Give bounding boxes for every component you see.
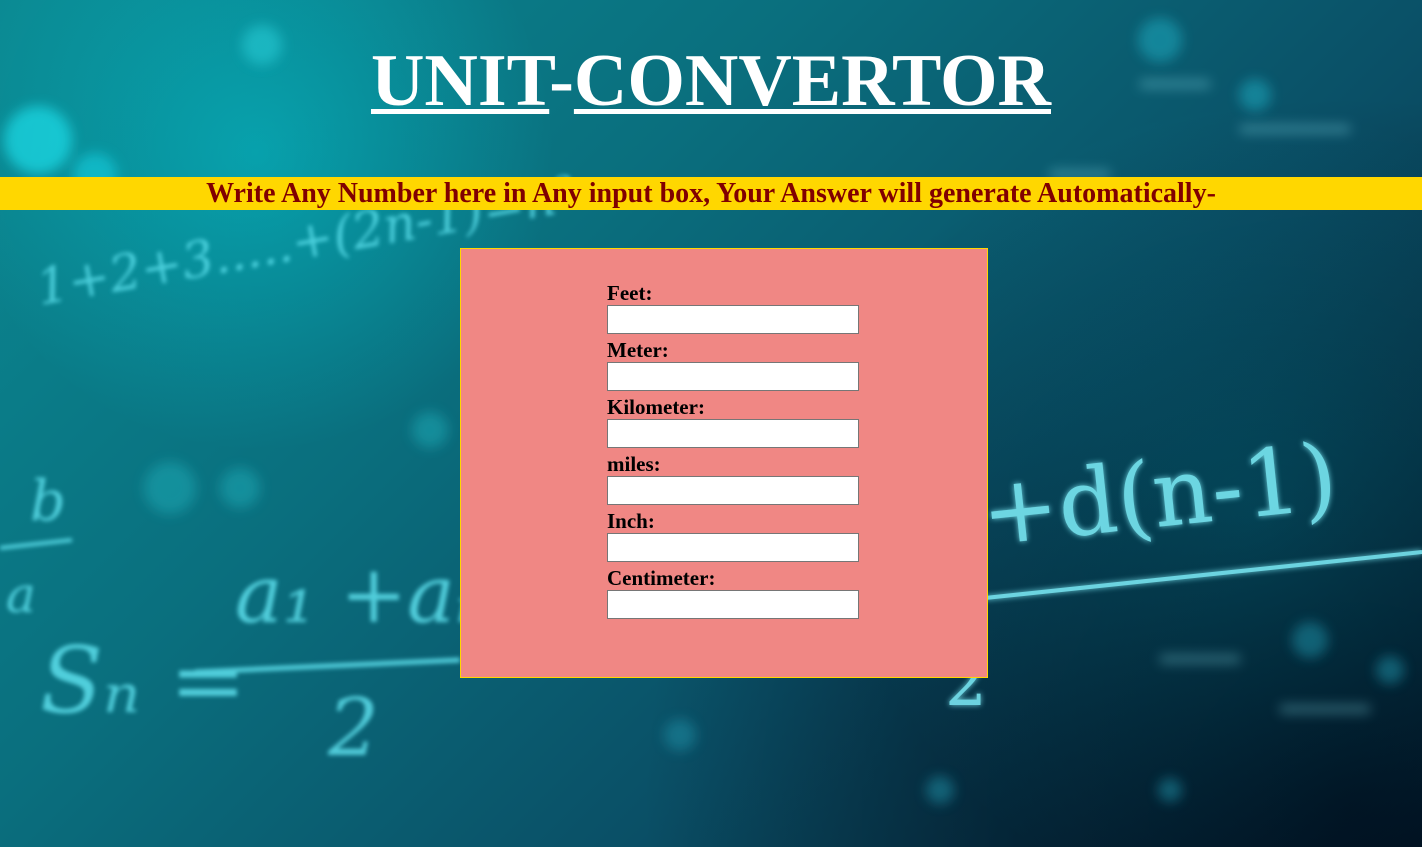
converter-panel: Feet: Meter: Kilometer: miles: Inch: Cen…	[460, 248, 988, 678]
formula-arith-tail: +d(n-1)	[976, 423, 1342, 567]
page-title: UNIT-CONVERTOR	[0, 38, 1422, 124]
formula-fraction-top: b	[30, 469, 66, 534]
kilometer-label: Kilometer:	[607, 395, 705, 419]
feet-input[interactable]	[607, 305, 859, 334]
title-part-unit: UNIT	[370, 40, 550, 122]
centimeter-input[interactable]	[607, 590, 859, 619]
centimeter-label: Centimeter:	[607, 566, 716, 590]
formula-series-numerator: a₁ +aₙ	[235, 548, 487, 641]
inch-label: Inch:	[607, 509, 655, 533]
instruction-text: Write Any Number here in Any input box, …	[206, 178, 1216, 209]
formula-series-lhs: Sₙ =	[40, 627, 247, 734]
blurred-formula-blocks	[1050, 80, 1370, 713]
formula-fraction-bottom: a	[6, 566, 36, 624]
converter-form: Feet: Meter: Kilometer: miles: Inch: Cen…	[607, 281, 867, 623]
meter-label: Meter:	[607, 338, 669, 362]
formula-series-denominator: 2	[327, 681, 379, 774]
miles-label: miles:	[607, 452, 661, 476]
meter-input[interactable]	[607, 362, 859, 391]
title-part-convertor: CONVERTOR	[573, 40, 1051, 122]
feet-label: Feet:	[607, 281, 653, 305]
miles-input[interactable]	[607, 476, 859, 505]
instruction-banner: Write Any Number here in Any input box, …	[0, 177, 1422, 210]
kilometer-input[interactable]	[607, 419, 859, 448]
title-dash: -	[549, 40, 574, 122]
inch-input[interactable]	[607, 533, 859, 562]
